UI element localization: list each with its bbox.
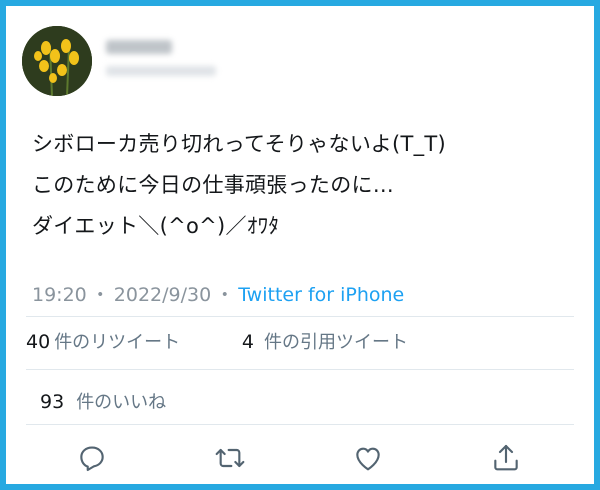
share-icon xyxy=(494,444,518,471)
like-button[interactable] xyxy=(348,438,388,478)
divider xyxy=(26,316,574,317)
divider xyxy=(26,424,574,425)
quotes-count: 4 xyxy=(241,331,255,353)
tweet-date[interactable]: 2022/9/30 xyxy=(114,284,211,306)
engagement-row: 40 件のリツイート 4 件の引用ツイート xyxy=(26,328,574,354)
retweets-stat[interactable]: 40 件のリツイート xyxy=(26,328,180,354)
action-bar xyxy=(6,438,594,478)
tweet-line: シボローカ売り切れってそりゃないよ(T_T) xyxy=(32,132,447,156)
likes-count: 93 xyxy=(40,391,65,413)
quotes-stat[interactable]: 4 件の引用ツイート xyxy=(242,328,408,354)
avatar[interactable] xyxy=(22,26,92,96)
tweet-source-link[interactable]: Twitter for iPhone xyxy=(238,284,404,306)
tweet-card: シボローカ売り切れってそりゃないよ(T_T) このために今日の仕事頑張ったのに…… xyxy=(6,6,594,484)
divider xyxy=(26,369,574,370)
reply-button[interactable] xyxy=(72,438,112,478)
quotes-label: 件の引用ツイート xyxy=(264,332,409,353)
tweet-line: このために今日の仕事頑張ったのに… xyxy=(32,173,395,197)
meta-separator: ・ xyxy=(215,284,235,306)
avatar-image xyxy=(22,26,92,96)
retweet-icon xyxy=(215,448,245,468)
share-button[interactable] xyxy=(486,438,526,478)
username-blurred[interactable] xyxy=(106,66,216,76)
reply-icon xyxy=(80,446,104,472)
like-icon xyxy=(356,447,380,471)
meta-separator: ・ xyxy=(90,284,110,306)
display-name-blurred[interactable] xyxy=(106,40,172,54)
retweets-count: 40 xyxy=(26,331,51,353)
tweet-text: シボローカ売り切れってそりゃないよ(T_T) このために今日の仕事頑張ったのに…… xyxy=(32,124,574,247)
likes-stat[interactable]: 93 件のいいね xyxy=(40,388,166,414)
tweet-time[interactable]: 19:20 xyxy=(32,284,87,306)
retweets-label: 件のリツイート xyxy=(54,332,181,353)
likes-row: 93 件のいいね xyxy=(40,388,574,414)
tweet-line: ダイエット＼(^o^)／ｵﾜﾀ xyxy=(32,214,280,238)
tweet-meta: 19:20 ・ 2022/9/30 ・ Twitter for iPhone xyxy=(32,280,404,307)
retweet-button[interactable] xyxy=(210,438,250,478)
likes-label: 件のいいね xyxy=(76,392,167,413)
